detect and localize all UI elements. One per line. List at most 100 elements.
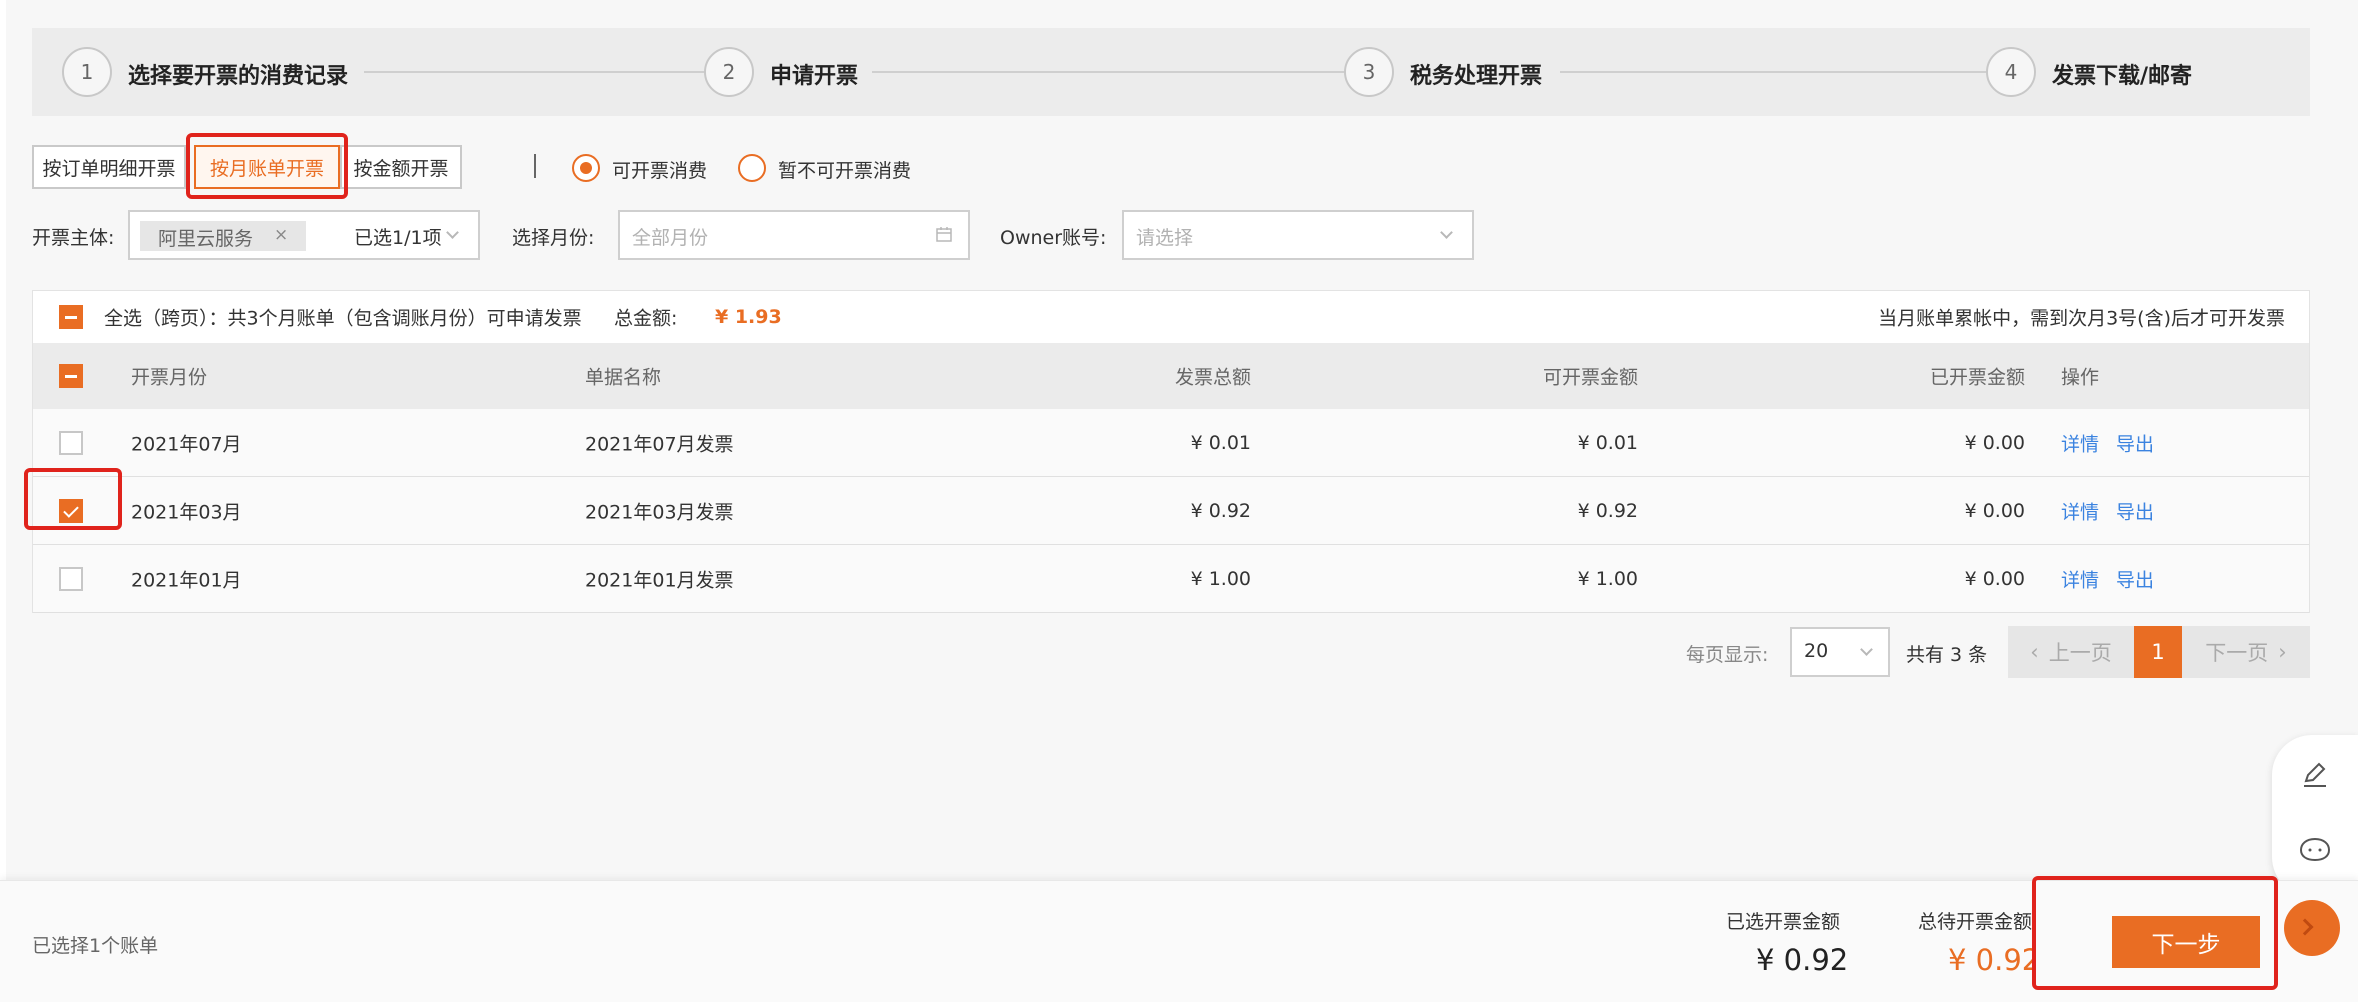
table-row[interactable]: 2021年03月 2021年03月发票 ¥ 0.92 ¥ 0.92 ¥ 0.00… xyxy=(33,477,2309,545)
table-header: 开票月份 单据名称 发票总额 可开票金额 已开票金额 操作 xyxy=(33,343,2309,409)
table-row[interactable]: 2021年07月 2021年07月发票 ¥ 0.01 ¥ 0.01 ¥ 0.00… xyxy=(33,409,2309,477)
next-page-button[interactable]: 下一页 › xyxy=(2182,626,2310,678)
row-available: ¥ 1.00 xyxy=(1577,567,1638,590)
calendar-icon xyxy=(936,227,952,242)
highlight-selected-row xyxy=(24,468,122,530)
entity-tag-text: 阿里云服务 xyxy=(158,228,254,250)
selected-amount-value: ¥ 0.92 xyxy=(1756,943,1849,977)
selected-amount-label: 已选开票金额 xyxy=(1726,911,1841,933)
row-checkbox[interactable] xyxy=(59,430,83,455)
divider xyxy=(534,154,536,178)
owner-select[interactable]: 请选择 xyxy=(1122,210,1474,260)
radio-not-invoiceable-label: 暂不可开票消费 xyxy=(778,160,912,182)
radio-not-invoiceable[interactable] xyxy=(738,154,766,182)
pending-amount-label: 总待开票金额 xyxy=(1918,911,2033,933)
step-connector xyxy=(364,71,734,73)
step-connector xyxy=(1560,71,2004,73)
owner-label: Owner账号: xyxy=(1000,227,1107,249)
export-link[interactable]: 导出 xyxy=(2116,429,2154,456)
row-invoiced: ¥ 0.00 xyxy=(1964,499,2025,522)
row-available: ¥ 0.92 xyxy=(1577,499,1638,522)
export-link[interactable]: 导出 xyxy=(2116,565,2154,592)
selected-bill-count: 已选择1个账单 xyxy=(32,935,159,957)
row-month: 2021年03月 xyxy=(131,501,242,523)
entity-label: 开票主体: xyxy=(32,227,115,249)
step-2-label: 申请开票 xyxy=(770,64,859,89)
chevron-down-icon xyxy=(446,226,459,239)
highlight-next-step xyxy=(2032,876,2278,990)
header-invoiced: 已开票金额 xyxy=(1929,366,2025,389)
step-3-number: 3 xyxy=(1344,47,1394,97)
row-invoiced: ¥ 0.00 xyxy=(1964,431,2025,454)
row-month: 2021年01月 xyxy=(131,569,242,591)
header-month: 开票月份 xyxy=(131,366,208,389)
bill-table: 全选（跨页）：共3个月账单（包含调账月份）可申请发票 总金额: ¥ 1.93 当… xyxy=(32,290,2310,613)
row-invoiced: ¥ 0.00 xyxy=(1964,567,2025,590)
export-link[interactable]: 导出 xyxy=(2116,497,2154,524)
chevron-right-icon: › xyxy=(2278,640,2287,664)
step-3-label: 税务处理开票 xyxy=(1410,64,1543,89)
month-picker[interactable]: 全部月份 xyxy=(618,210,970,260)
month-label: 选择月份: xyxy=(512,227,595,249)
chevron-down-icon xyxy=(1440,226,1453,239)
table-row[interactable]: 2021年01月 2021年01月发票 ¥ 1.00 ¥ 1.00 ¥ 0.00… xyxy=(33,545,2309,613)
prev-page-label: 上一页 xyxy=(2048,641,2112,665)
chevron-right-icon xyxy=(2296,918,2314,936)
header-available: 可开票金额 xyxy=(1542,366,1638,389)
row-name: 2021年01月发票 xyxy=(585,569,734,591)
row-name: 2021年03月发票 xyxy=(585,501,734,523)
radio-invoiceable-label: 可开票消费 xyxy=(612,160,708,182)
left-edge xyxy=(0,0,6,1002)
select-all-cross-page-checkbox[interactable] xyxy=(59,305,83,329)
chevron-down-icon xyxy=(1860,643,1873,656)
edit-icon[interactable] xyxy=(2300,759,2330,789)
row-month: 2021年07月 xyxy=(131,433,242,455)
select-all-text: 全选（跨页）：共3个月账单（包含调账月份）可申请发票 xyxy=(104,307,582,330)
detail-link[interactable]: 详情 xyxy=(2061,429,2099,456)
row-available: ¥ 0.01 xyxy=(1577,431,1638,454)
step-4-label: 发票下载/邮寄 xyxy=(2052,64,2193,89)
mode-amount-button[interactable]: 按金额开票 xyxy=(340,145,462,189)
step-connector xyxy=(872,71,1366,73)
prev-page-button[interactable]: ‹ 上一页 xyxy=(2008,626,2134,678)
highlight-monthly-mode xyxy=(186,133,348,199)
per-page-select[interactable]: 20 xyxy=(1790,627,1890,677)
pending-amount-value: ¥ 0.92 xyxy=(1948,943,2032,977)
select-all-checkbox[interactable] xyxy=(59,364,83,388)
header-actions: 操作 xyxy=(2061,366,2100,389)
header-total: 发票总额 xyxy=(1174,366,1251,389)
row-total: ¥ 1.00 xyxy=(1190,567,1251,590)
step-4-number: 4 xyxy=(1986,47,2036,97)
side-expand-button[interactable] xyxy=(2284,900,2340,956)
detail-link[interactable]: 详情 xyxy=(2061,565,2099,592)
step-1-label: 选择要开票的消费记录 xyxy=(128,64,349,89)
bottom-action-bar: 已选择1个账单 已选开票金额 ¥ 0.92 总待开票金额 ¥ 0.92 xyxy=(0,880,2358,1002)
row-checkbox[interactable] xyxy=(59,566,83,591)
mode-order-detail-button[interactable]: 按订单明细开票 xyxy=(32,145,186,189)
select-all-bar: 全选（跨页）：共3个月账单（包含调账月份）可申请发票 总金额: ¥ 1.93 当… xyxy=(33,291,2309,343)
row-total: ¥ 0.01 xyxy=(1190,431,1251,454)
owner-placeholder: 请选择 xyxy=(1136,227,1194,249)
progress-steps: 1 选择要开票的消费记录 2 申请开票 3 税务处理开票 4 发票下载/邮寄 xyxy=(32,28,2310,116)
step-2-number: 2 xyxy=(704,47,754,97)
row-name: 2021年07月发票 xyxy=(585,433,734,455)
total-amount-label: 总金额: xyxy=(614,307,678,330)
floating-tools xyxy=(2272,735,2358,897)
radio-invoiceable[interactable] xyxy=(572,154,600,182)
header-name: 单据名称 xyxy=(585,366,662,389)
tag-close-icon[interactable]: × xyxy=(274,225,288,245)
entity-select[interactable]: 阿里云服务 × 已选1/1项 xyxy=(128,210,480,260)
step-1-number: 1 xyxy=(62,47,112,97)
total-records: 共有 3 条 xyxy=(1906,644,1988,666)
next-page-label: 下一页 xyxy=(2205,641,2269,665)
page-1-button[interactable]: 1 xyxy=(2134,626,2182,678)
chevron-left-icon: ‹ xyxy=(2030,640,2039,664)
entity-selected-count: 已选1/1项 xyxy=(354,227,442,249)
chat-bot-icon[interactable] xyxy=(2298,835,2332,863)
billing-notice: 当月账单累帐中，需到次月3号(含)后才可开发票 xyxy=(1878,307,2285,330)
per-page-label: 每页显示: xyxy=(1686,644,1769,666)
month-placeholder: 全部月份 xyxy=(632,227,709,249)
detail-link[interactable]: 详情 xyxy=(2061,497,2099,524)
total-amount-value: ¥ 1.93 xyxy=(715,306,782,328)
row-total: ¥ 0.92 xyxy=(1190,499,1251,522)
